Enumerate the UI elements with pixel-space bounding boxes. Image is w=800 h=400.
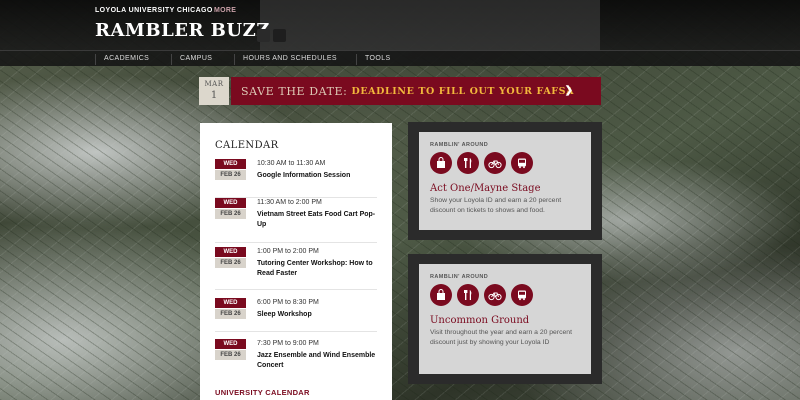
ramblin-card-body[interactable]: RAMBLIN' AROUND Uncommon Ground Visit th… [419, 264, 591, 374]
top-header: LOYOLA UNIVERSITY CHICAGO MORE RAMBLER B… [0, 0, 800, 62]
bus-icon[interactable] [511, 284, 533, 306]
university-name[interactable]: LOYOLA UNIVERSITY CHICAGO [95, 7, 213, 14]
card-label: RAMBLIN' AROUND [430, 274, 489, 280]
event-time: 6:00 PM to 8:30 PM [257, 299, 319, 306]
event-time: 10:30 AM to 11:30 AM [257, 160, 326, 167]
calendar-title: CALENDAR [215, 140, 279, 151]
ramblin-card: RAMBLIN' AROUND Uncommon Ground Visit th… [408, 254, 602, 384]
calendar-event[interactable]: WED FEB 26 1:00 PM to 2:00 PM Tutoring C… [215, 247, 377, 290]
calendar-panel: CALENDAR WED FEB 26 10:30 AM to 11:30 AM… [200, 123, 392, 400]
event-name[interactable]: Sleep Workshop [257, 310, 377, 320]
event-time: 7:30 PM to 9:00 PM [257, 340, 319, 347]
nav-item-tools[interactable]: TOOLS [356, 54, 391, 65]
calendar-event[interactable]: WED FEB 26 11:30 AM to 2:00 PM Vietnam S… [215, 198, 377, 243]
site-title[interactable]: RAMBLER BUZZ [95, 20, 270, 41]
event-name[interactable]: Google Information Session [257, 171, 377, 181]
card-icons [430, 152, 533, 174]
calendar-event[interactable]: WED FEB 26 10:30 AM to 11:30 AM Google I… [215, 159, 377, 201]
fork-knife-icon[interactable] [457, 284, 479, 306]
calendar-event[interactable]: WED FEB 26 7:30 PM to 9:00 PM Jazz Ensem… [215, 339, 377, 381]
event-name[interactable]: Vietnam Street Eats Food Cart Pop-Up [257, 210, 377, 230]
date-badge: MAR 1 [199, 77, 229, 105]
banner-deadline: DEADLINE TO FILL OUT YOUR FAFSA [351, 85, 575, 97]
card-title[interactable]: Act One/Mayne Stage [430, 183, 540, 194]
event-date: FEB 26 [215, 170, 246, 180]
event-name[interactable]: Tutoring Center Workshop: How to Read Fa… [257, 259, 377, 279]
card-icons [430, 284, 533, 306]
nav-item-campus[interactable]: CAMPUS [171, 54, 212, 65]
divider [215, 242, 377, 243]
calendar-event[interactable]: WED FEB 26 6:00 PM to 8:30 PM Sleep Work… [215, 298, 377, 340]
divider [215, 331, 377, 332]
date-day: 1 [210, 90, 218, 101]
bicycle-icon[interactable] [484, 152, 506, 174]
fork-knife-icon[interactable] [457, 152, 479, 174]
card-title[interactable]: Uncommon Ground [430, 315, 529, 326]
nav-item-academics[interactable]: ACADEMICS [95, 54, 149, 65]
pager-dot-2[interactable] [273, 29, 286, 42]
event-weekday: WED [215, 298, 246, 308]
date-month: MAR [204, 80, 224, 88]
event-date: FEB 26 [215, 350, 246, 360]
banner-lead: SAVE THE DATE: [241, 84, 348, 98]
divider [215, 289, 377, 290]
save-the-date-banner[interactable]: SAVE THE DATE: DEADLINE TO FILL OUT YOUR… [231, 77, 601, 105]
event-time: 1:00 PM to 2:00 PM [257, 248, 319, 255]
event-name[interactable]: Jazz Ensemble and Wind Ensemble Concert [257, 351, 377, 371]
event-date: FEB 26 [215, 258, 246, 268]
event-time: 11:30 AM to 2:00 PM [257, 199, 322, 206]
ramblin-card: RAMBLIN' AROUND Act One/Mayne Stage Show… [408, 122, 602, 240]
event-weekday: WED [215, 339, 246, 349]
shopping-bag-icon[interactable] [430, 284, 452, 306]
event-date: FEB 26 [215, 309, 246, 319]
pager-dot-1[interactable] [257, 29, 270, 42]
event-date: FEB 26 [215, 209, 246, 219]
event-weekday: WED [215, 198, 246, 208]
card-label: RAMBLIN' AROUND [430, 142, 489, 148]
nav-item-hours[interactable]: HOURS AND SCHEDULES [234, 54, 337, 65]
university-calendar-link[interactable]: UNIVERSITY CALENDAR [215, 388, 310, 397]
bus-icon[interactable] [511, 152, 533, 174]
bicycle-icon[interactable] [484, 284, 506, 306]
card-description: Visit throughout the year and earn a 20 … [430, 329, 572, 346]
chevron-right-icon[interactable]: ❯ [565, 85, 573, 96]
shopping-bag-icon[interactable] [430, 152, 452, 174]
event-weekday: WED [215, 247, 246, 257]
more-link[interactable]: MORE [214, 7, 236, 14]
card-description: Show your Loyola ID and earn a 20 percen… [430, 197, 562, 214]
event-weekday: WED [215, 159, 246, 169]
slide-pager [257, 29, 286, 42]
main-nav: ACADEMICS CAMPUS HOURS AND SCHEDULES TOO… [0, 50, 800, 66]
ramblin-card-body[interactable]: RAMBLIN' AROUND Act One/Mayne Stage Show… [419, 132, 591, 230]
